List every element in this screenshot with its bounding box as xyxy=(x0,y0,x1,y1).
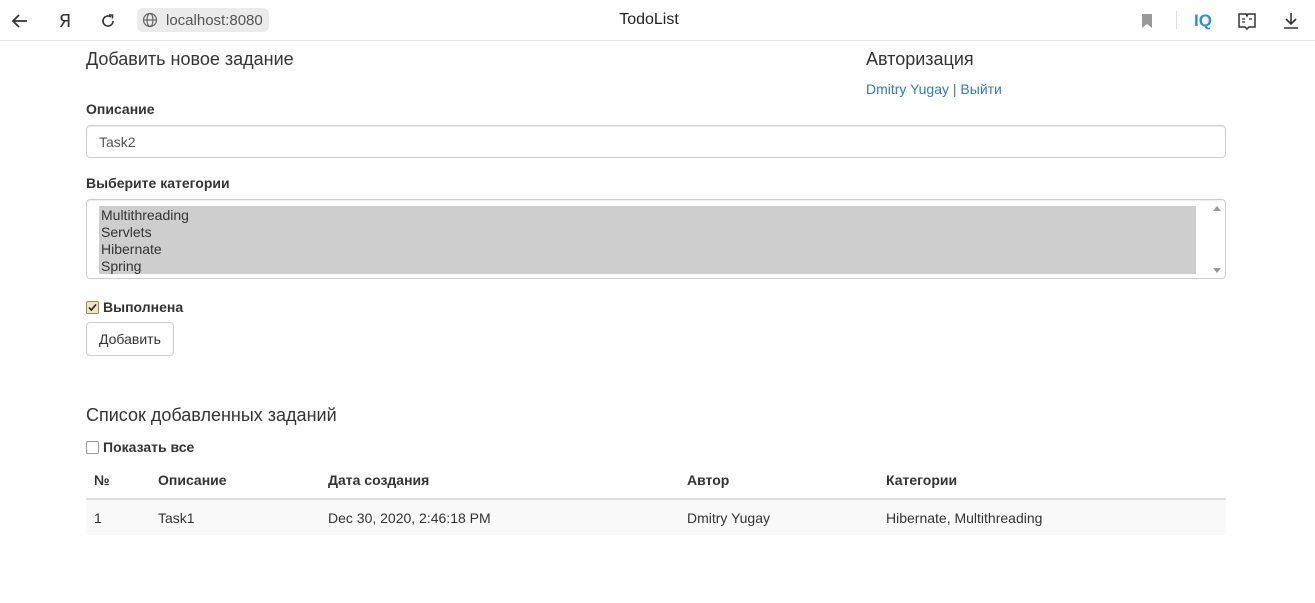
cell-description: Task1 xyxy=(150,499,320,535)
logout-link[interactable]: Выйти xyxy=(960,81,1001,97)
iq-extension-icon[interactable]: IQ xyxy=(1189,8,1217,34)
cell-author: Dmitry Yugay xyxy=(679,499,878,535)
category-option[interactable]: Servlets xyxy=(101,224,1194,241)
cell-created: Dec 30, 2020, 2:46:18 PM xyxy=(320,499,679,535)
column-header-created: Дата создания xyxy=(320,462,679,500)
column-header-description: Описание xyxy=(150,462,320,500)
tab-title: TodoList xyxy=(619,11,679,28)
show-all-field: Показать все xyxy=(86,439,194,455)
toolbar-divider xyxy=(1176,11,1177,29)
categories-options: Multithreading Servlets Hibernate Spring xyxy=(99,206,1196,274)
categories-select[interactable]: Multithreading Servlets Hibernate Spring xyxy=(86,199,1226,279)
category-option[interactable]: Multithreading xyxy=(101,207,1194,224)
download-icon[interactable] xyxy=(1278,8,1304,34)
check-icon xyxy=(88,303,97,311)
category-option[interactable]: Hibernate xyxy=(101,241,1194,258)
user-name-link[interactable]: Dmitry Yugay xyxy=(866,81,949,97)
browser-toolbar: Я localhost:8080 TodoList IQ xyxy=(0,0,1315,41)
done-checkbox[interactable] xyxy=(86,300,99,314)
description-label: Описание xyxy=(86,101,155,117)
show-all-label: Показать все xyxy=(103,439,195,455)
cell-categories: Hibernate, Multithreading xyxy=(878,499,1226,535)
task-list-heading: Список добавленных заданий xyxy=(86,405,337,425)
column-header-number: № xyxy=(86,462,150,500)
table-header-row: № Описание Дата создания Автор Категории xyxy=(86,462,1226,500)
category-option[interactable]: Spring xyxy=(101,258,1194,275)
bookmark-icon[interactable] xyxy=(1134,8,1160,34)
column-header-author: Автор xyxy=(679,462,878,500)
auth-links: Dmitry Yugay | Выйти xyxy=(866,81,1002,97)
table-row: 1 Task1 Dec 30, 2020, 2:46:18 PM Dmitry … xyxy=(86,499,1226,535)
done-field: Выполнена xyxy=(86,299,183,315)
scroll-up-icon[interactable] xyxy=(1213,206,1221,211)
auth-heading: Авторизация xyxy=(866,49,974,69)
categories-scrollbar[interactable] xyxy=(1211,203,1223,276)
done-label: Выполнена xyxy=(103,299,184,315)
column-header-categories: Категории xyxy=(878,462,1226,500)
auth-separator: | xyxy=(952,81,957,97)
add-task-button[interactable]: Добавить xyxy=(86,322,174,356)
scroll-down-icon[interactable] xyxy=(1213,268,1221,273)
task-table: № Описание Дата создания Автор Категории… xyxy=(86,462,1226,535)
categories-label: Выберите категории xyxy=(86,175,230,191)
add-task-heading: Добавить новое задание xyxy=(86,49,294,69)
show-all-checkbox[interactable] xyxy=(86,440,99,454)
cell-number: 1 xyxy=(86,499,150,535)
reader-mode-icon[interactable] xyxy=(1234,8,1260,34)
description-input[interactable] xyxy=(86,125,1226,158)
